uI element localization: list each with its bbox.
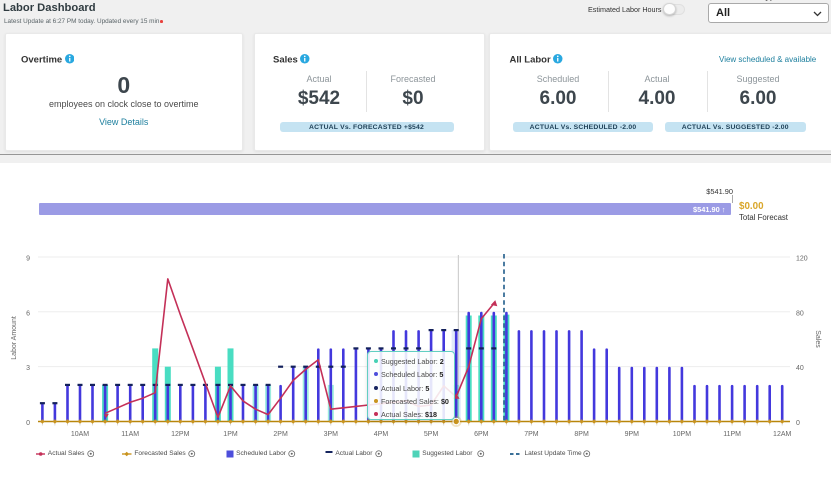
svg-text:12PM: 12PM xyxy=(171,431,189,438)
svg-text:9: 9 xyxy=(26,256,30,263)
svg-text:4PM: 4PM xyxy=(374,431,389,438)
svg-text:40: 40 xyxy=(796,365,804,372)
svg-text:Sales: Sales xyxy=(814,330,821,348)
svg-text:80: 80 xyxy=(796,310,804,317)
svg-text:3: 3 xyxy=(26,365,30,372)
svg-text:5PM: 5PM xyxy=(424,431,439,438)
svg-text:0: 0 xyxy=(26,420,30,427)
svg-text:9PM: 9PM xyxy=(625,431,640,438)
svg-text:Labor Amount: Labor Amount xyxy=(11,316,18,360)
svg-text:0: 0 xyxy=(796,420,800,427)
svg-text:6PM: 6PM xyxy=(474,431,489,438)
svg-text:3PM: 3PM xyxy=(324,431,339,438)
svg-text:2PM: 2PM xyxy=(273,431,288,438)
svg-text:8PM: 8PM xyxy=(574,431,589,438)
svg-text:11AM: 11AM xyxy=(121,431,139,438)
svg-text:11PM: 11PM xyxy=(723,431,741,438)
svg-text:12AM: 12AM xyxy=(773,431,791,438)
svg-text:120: 120 xyxy=(796,256,808,263)
svg-text:10PM: 10PM xyxy=(673,431,691,438)
svg-text:7PM: 7PM xyxy=(524,431,539,438)
svg-text:1PM: 1PM xyxy=(223,431,238,438)
svg-text:6: 6 xyxy=(26,310,30,317)
svg-text:10AM: 10AM xyxy=(71,431,89,438)
